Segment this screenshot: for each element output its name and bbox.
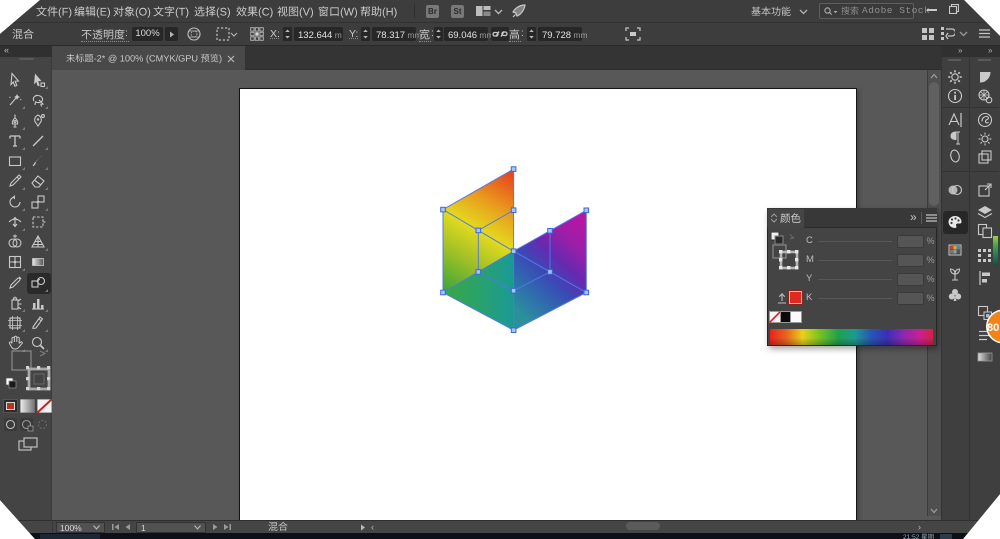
svg-text:80: 80 <box>987 322 999 334</box>
